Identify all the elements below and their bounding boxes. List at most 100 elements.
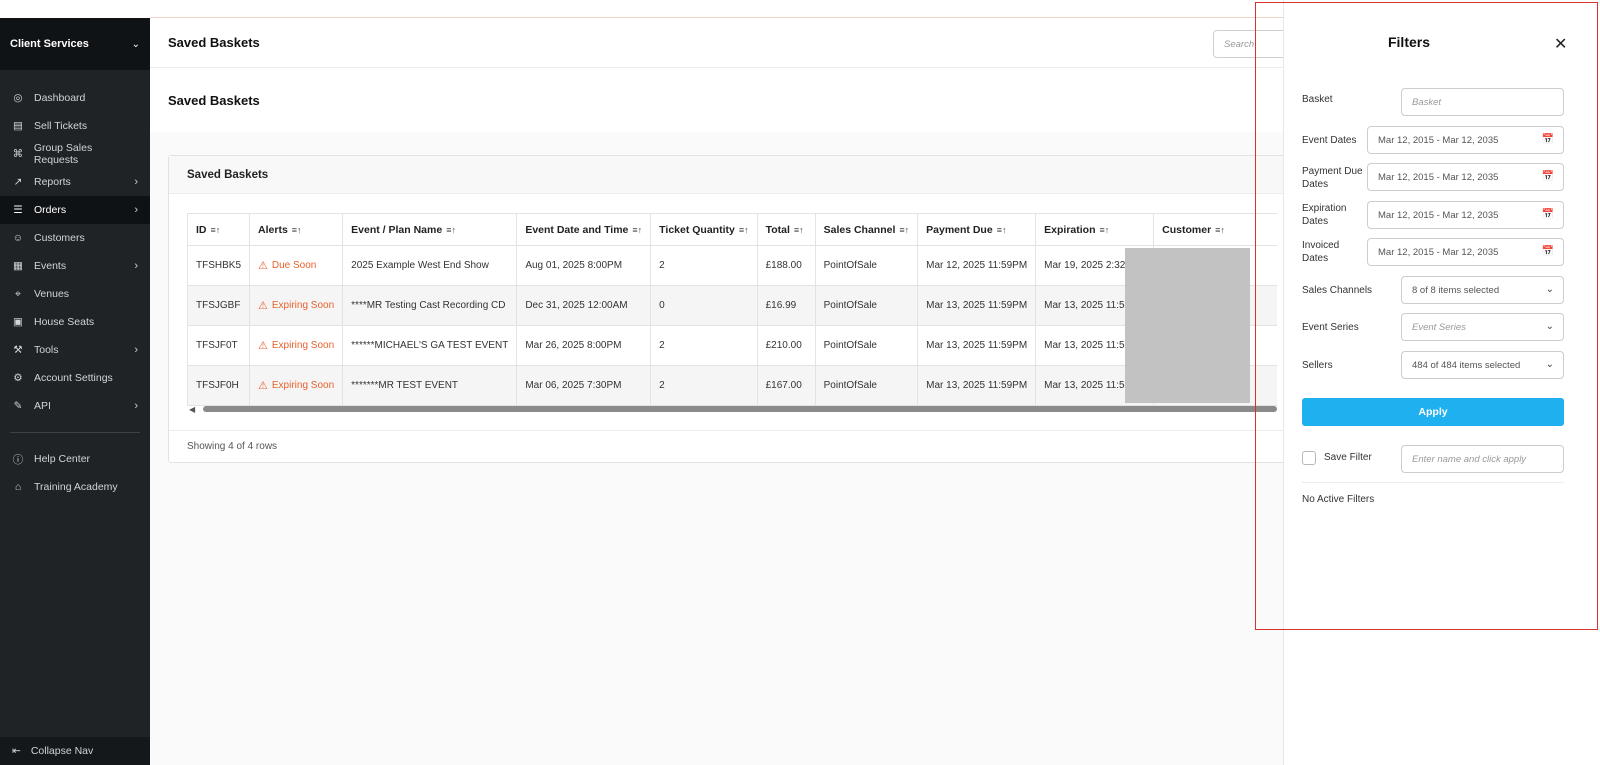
sidebar-item-reports[interactable]: ↗ Reports › <box>0 168 150 196</box>
table-cell: Mar 13, 2025 11:59PM <box>917 325 1037 366</box>
column-header[interactable]: Event / Plan Name ≡↑ <box>342 213 518 246</box>
sort-icon[interactable]: ≡↑ <box>1215 225 1225 235</box>
sort-icon[interactable]: ≡↑ <box>1100 225 1110 235</box>
sidebar-item-house-seats[interactable]: ▣ House Seats <box>0 308 150 336</box>
payment-due-label-line2: Dates <box>1302 179 1329 190</box>
scrollbar-thumb[interactable] <box>203 406 1277 412</box>
expiration-dates-picker[interactable]: Mar 12, 2015 - Mar 12, 2035 📅 <box>1367 201 1564 229</box>
alert-label: Expiring Soon <box>271 340 335 351</box>
sidebar-item-account-settings[interactable]: ⚙ Account Settings <box>0 364 150 392</box>
invoiced-dates-picker[interactable]: Mar 12, 2015 - Mar 12, 2035 📅 <box>1367 238 1564 266</box>
calendar-icon: ▦ <box>13 260 23 272</box>
alert-badge: ⚠ Expiring Soon <box>258 339 334 352</box>
table-row[interactable]: TFSJF0H ⚠ Expiring Soon *******MR TEST EVEN… <box>187 365 1277 406</box>
chevron-down-icon: ⌄ <box>131 38 140 50</box>
table-row[interactable]: TFSJF0T ⚠ Expiring Soon ******MICHAEL'S GA … <box>187 325 1277 366</box>
table-cell: £210.00 <box>756 325 816 366</box>
sort-icon[interactable]: ≡↑ <box>739 225 749 235</box>
expiration-label: Expiration Dates <box>1302 202 1346 228</box>
event-dates-picker[interactable]: Mar 12, 2015 - Mar 12, 2035 📅 <box>1367 126 1564 154</box>
calendar-icon: 📅 <box>1541 209 1554 220</box>
settings-icon: ⚙ <box>13 372 23 384</box>
scroll-left-icon[interactable]: ◀ <box>189 405 195 414</box>
sidebar-item-tools[interactable]: ⚒ Tools › <box>0 336 150 364</box>
alert-label: Due Soon <box>271 260 317 271</box>
sort-icon[interactable]: ≡↑ <box>632 225 642 235</box>
basket-input[interactable]: Basket <box>1401 88 1564 116</box>
payment-due-dates-picker[interactable]: Mar 12, 2015 - Mar 12, 2035 📅 <box>1367 163 1564 191</box>
column-header-label: Customer <box>1162 223 1212 236</box>
apply-button[interactable]: Apply <box>1302 398 1564 426</box>
sidebar-item-sell-tickets[interactable]: ▤ Sell Tickets <box>0 112 150 140</box>
sidebar-item-api[interactable]: ✎ API › <box>0 392 150 420</box>
sidebar-item-group-sales-requests[interactable]: ⌘ Group Sales Requests <box>0 140 150 168</box>
column-header[interactable]: Expiration ≡↑ <box>1035 213 1155 246</box>
column-header-label: Ticket Quantity <box>659 223 735 236</box>
event-series-select[interactable]: Event Series ⌄ <box>1401 313 1564 341</box>
sales-channels-label: Sales Channels <box>1302 285 1373 296</box>
collapse-nav-button[interactable]: ⇤ Collapse Nav <box>0 737 150 765</box>
orders-icon: ☰ <box>13 204 23 216</box>
column-header[interactable]: Total ≡↑ <box>756 213 816 246</box>
sort-icon[interactable]: ≡↑ <box>211 225 221 235</box>
event-series-placeholder: Event Series <box>1412 321 1466 333</box>
alert-label: Expiring Soon <box>271 300 335 311</box>
alert-badge: ⚠ Due Soon <box>258 259 316 272</box>
column-header[interactable]: Payment Due ≡↑ <box>917 213 1037 246</box>
horizontal-scrollbar[interactable]: ◀ <box>187 405 1277 414</box>
sort-icon[interactable]: ≡↑ <box>292 225 302 235</box>
sidebar-item-label: Training Academy <box>34 481 118 493</box>
column-header[interactable]: Customer ≡↑ <box>1153 213 1277 246</box>
sidebar-item-venues[interactable]: ⌖ Venues <box>0 280 150 308</box>
table-cell: Mar 06, 2025 7:30PM <box>516 365 652 406</box>
column-header[interactable]: Sales Channel ≡↑ <box>814 213 919 246</box>
sidebar-item-training-academy[interactable]: ⌂ Training Academy <box>0 473 150 501</box>
sellers-value: 484 of 484 items selected <box>1412 359 1521 371</box>
event-dates-value: Mar 12, 2015 - Mar 12, 2035 <box>1378 134 1499 146</box>
seat-icon: ▣ <box>13 316 23 328</box>
table-footer: Showing 4 of 4 rows <box>169 430 1417 462</box>
sort-icon[interactable]: ≡↑ <box>446 225 456 235</box>
column-header[interactable]: Ticket Quantity ≡↑ <box>650 213 758 246</box>
sales-channels-select[interactable]: 8 of 8 items selected ⌄ <box>1401 276 1564 304</box>
column-header[interactable]: Alerts ≡↑ <box>249 213 344 246</box>
location-icon: ⌖ <box>15 287 21 300</box>
chevron-right-icon: › <box>134 344 138 356</box>
sidebar-item-label: Tools <box>34 344 59 356</box>
event-dates-label: Event Dates <box>1302 135 1357 146</box>
table-cell: *******MR TEST EVENT <box>342 365 518 406</box>
sidebar-item-help-center[interactable]: ⓘ Help Center <box>0 445 150 473</box>
sort-icon[interactable]: ≡↑ <box>899 225 909 235</box>
sidebar-item-orders[interactable]: ☰ Orders › <box>0 196 150 224</box>
column-header[interactable]: ID ≡↑ <box>187 213 251 246</box>
sidebar-item-events[interactable]: ▦ Events › <box>0 252 150 280</box>
table-cell: ******MICHAEL'S GA TEST EVENT <box>342 325 518 366</box>
sort-icon[interactable]: ≡↑ <box>794 225 804 235</box>
table-cell: Mar 12, 2025 11:59PM <box>917 245 1037 286</box>
customers-icon: ☺ <box>12 232 24 244</box>
column-header[interactable]: Event Date and Time ≡↑ <box>516 213 652 246</box>
table-row[interactable]: TFSHBK5 ⚠ Due Soon 2025 Example West End Sh… <box>187 245 1277 286</box>
table-row[interactable]: TFSJGBF ⚠ Expiring Soon ****MR Testing Cast… <box>187 285 1277 326</box>
sort-icon[interactable]: ≡↑ <box>997 225 1007 235</box>
section-title: Saved Baskets <box>168 92 260 108</box>
column-header-label: Sales Channel <box>823 223 896 236</box>
sidebar-divider <box>10 432 140 433</box>
save-filter-checkbox[interactable] <box>1302 451 1316 465</box>
client-switcher[interactable]: Client Services ⌄ <box>0 18 150 70</box>
column-header-label: Event / Plan Name <box>351 223 443 236</box>
sidebar-item-customers[interactable]: ☺ Customers <box>0 224 150 252</box>
sidebar-item-label: Dashboard <box>34 92 86 104</box>
sidebar-item-dashboard[interactable]: ◎ Dashboard <box>0 84 150 112</box>
sellers-select[interactable]: 484 of 484 items selected ⌄ <box>1401 351 1564 379</box>
filters-divider <box>1302 482 1564 483</box>
tools-icon: ⚒ <box>13 344 23 356</box>
save-filter-name-input[interactable]: Enter name and click apply <box>1401 445 1564 473</box>
close-icon[interactable]: ✕ <box>1554 34 1567 54</box>
basket-label: Basket <box>1302 94 1333 105</box>
chevron-right-icon: › <box>134 400 138 412</box>
sidebar-item-label: API <box>34 400 51 412</box>
table-scroll-area: ID ≡↑ Alerts ≡↑ Event / Plan Name ≡↑ Event Dat… <box>187 213 1277 413</box>
chevron-right-icon: › <box>134 176 138 188</box>
table-cell: 2 <box>650 325 758 366</box>
